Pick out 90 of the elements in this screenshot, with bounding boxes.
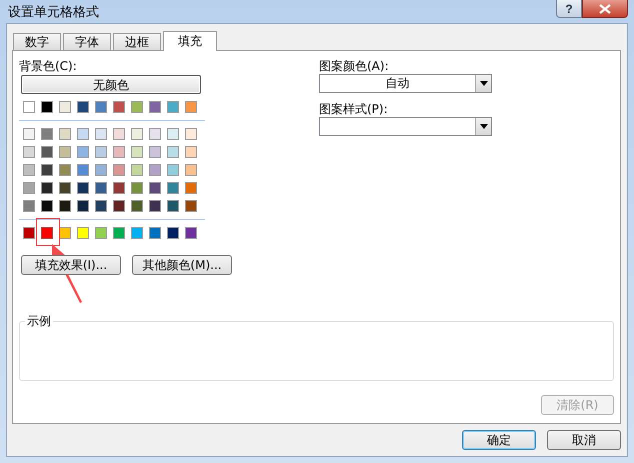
color-swatch[interactable] <box>185 164 197 176</box>
field-label: 背景色(C): <box>19 59 77 73</box>
close-icon <box>599 4 611 14</box>
color-swatch[interactable] <box>113 101 125 113</box>
pattern-style-dropdown[interactable] <box>319 117 492 136</box>
color-swatch[interactable] <box>77 227 89 239</box>
color-swatch[interactable] <box>41 182 53 194</box>
color-swatch[interactable] <box>59 128 71 140</box>
color-swatch[interactable] <box>77 146 89 158</box>
color-swatch[interactable] <box>41 227 53 239</box>
color-swatch[interactable] <box>41 164 53 176</box>
color-swatch[interactable] <box>149 182 161 194</box>
group-label: 示例 <box>25 314 53 328</box>
color-swatch[interactable] <box>149 164 161 176</box>
color-swatch[interactable] <box>167 200 179 212</box>
color-swatch[interactable] <box>77 200 89 212</box>
color-swatch[interactable] <box>113 227 125 239</box>
color-swatch[interactable] <box>23 227 35 239</box>
color-swatch[interactable] <box>149 200 161 212</box>
color-swatch[interactable] <box>23 200 35 212</box>
tab[interactable]: 填充 <box>163 31 217 51</box>
color-swatch[interactable] <box>41 128 53 140</box>
color-swatch[interactable] <box>167 164 179 176</box>
color-swatch[interactable] <box>149 101 161 113</box>
color-swatch[interactable] <box>131 200 143 212</box>
color-swatch[interactable] <box>95 200 107 212</box>
tab[interactable]: 数字 <box>13 33 61 50</box>
color-swatch[interactable] <box>185 146 197 158</box>
color-swatch[interactable] <box>77 128 89 140</box>
color-swatch[interactable] <box>41 200 53 212</box>
color-swatch[interactable] <box>95 101 107 113</box>
color-swatch[interactable] <box>131 101 143 113</box>
color-swatch[interactable] <box>185 182 197 194</box>
tab[interactable]: 字体 <box>63 33 111 50</box>
color-swatch[interactable] <box>23 146 35 158</box>
color-swatch[interactable] <box>167 101 179 113</box>
color-swatch[interactable] <box>95 146 107 158</box>
help-button[interactable]: ? <box>556 0 582 18</box>
color-swatch[interactable] <box>41 146 53 158</box>
highlight-box <box>36 218 60 246</box>
color-swatch[interactable] <box>23 128 35 140</box>
color-swatch[interactable] <box>185 200 197 212</box>
color-swatch[interactable] <box>59 200 71 212</box>
color-swatch[interactable] <box>59 182 71 194</box>
pattern-color-dropdown[interactable]: 自动 <box>319 74 492 93</box>
color-swatch[interactable] <box>185 227 197 239</box>
tab[interactable]: 边框 <box>113 33 161 50</box>
color-swatch[interactable] <box>185 101 197 113</box>
color-swatch[interactable] <box>77 182 89 194</box>
color-swatch[interactable] <box>77 164 89 176</box>
color-swatch[interactable] <box>149 227 161 239</box>
dialog-button[interactable]: 填充效果(I)... <box>21 255 121 275</box>
color-swatch[interactable] <box>59 101 71 113</box>
color-swatch[interactable] <box>41 101 53 113</box>
color-swatch[interactable] <box>113 182 125 194</box>
color-swatch[interactable] <box>59 146 71 158</box>
color-swatch[interactable] <box>95 164 107 176</box>
color-swatch[interactable] <box>23 182 35 194</box>
color-swatch[interactable] <box>131 146 143 158</box>
field-label: 图案样式(P): <box>319 102 388 116</box>
color-swatch[interactable] <box>95 227 107 239</box>
color-swatch[interactable] <box>113 128 125 140</box>
color-swatch[interactable] <box>59 227 71 239</box>
color-swatch[interactable] <box>149 146 161 158</box>
color-swatch[interactable] <box>131 128 143 140</box>
color-swatch[interactable] <box>149 128 161 140</box>
color-swatch[interactable] <box>167 227 179 239</box>
dialog-button[interactable]: 取消 <box>547 430 621 450</box>
window-title: 设置单元格格式 <box>8 4 99 20</box>
color-swatch[interactable] <box>167 182 179 194</box>
color-swatch[interactable] <box>77 101 89 113</box>
color-swatch[interactable] <box>95 182 107 194</box>
color-swatch[interactable] <box>113 146 125 158</box>
close-button[interactable] <box>582 0 628 18</box>
color-swatch[interactable] <box>23 101 35 113</box>
color-swatch[interactable] <box>113 164 125 176</box>
field-label: 图案颜色(A): <box>319 59 389 73</box>
color-swatch[interactable] <box>167 128 179 140</box>
dialog-button[interactable]: 确定 <box>462 430 536 450</box>
color-swatch[interactable] <box>185 128 197 140</box>
color-swatch[interactable] <box>95 128 107 140</box>
color-swatch[interactable] <box>131 164 143 176</box>
color-swatch[interactable] <box>59 164 71 176</box>
no-color-button[interactable]: 无颜色 <box>21 75 201 94</box>
color-swatch[interactable] <box>131 227 143 239</box>
color-swatch[interactable] <box>131 182 143 194</box>
color-swatch[interactable] <box>23 164 35 176</box>
color-swatch[interactable] <box>167 146 179 158</box>
dialog-button[interactable]: 其他颜色(M)... <box>132 255 232 275</box>
color-swatch[interactable] <box>113 200 125 212</box>
